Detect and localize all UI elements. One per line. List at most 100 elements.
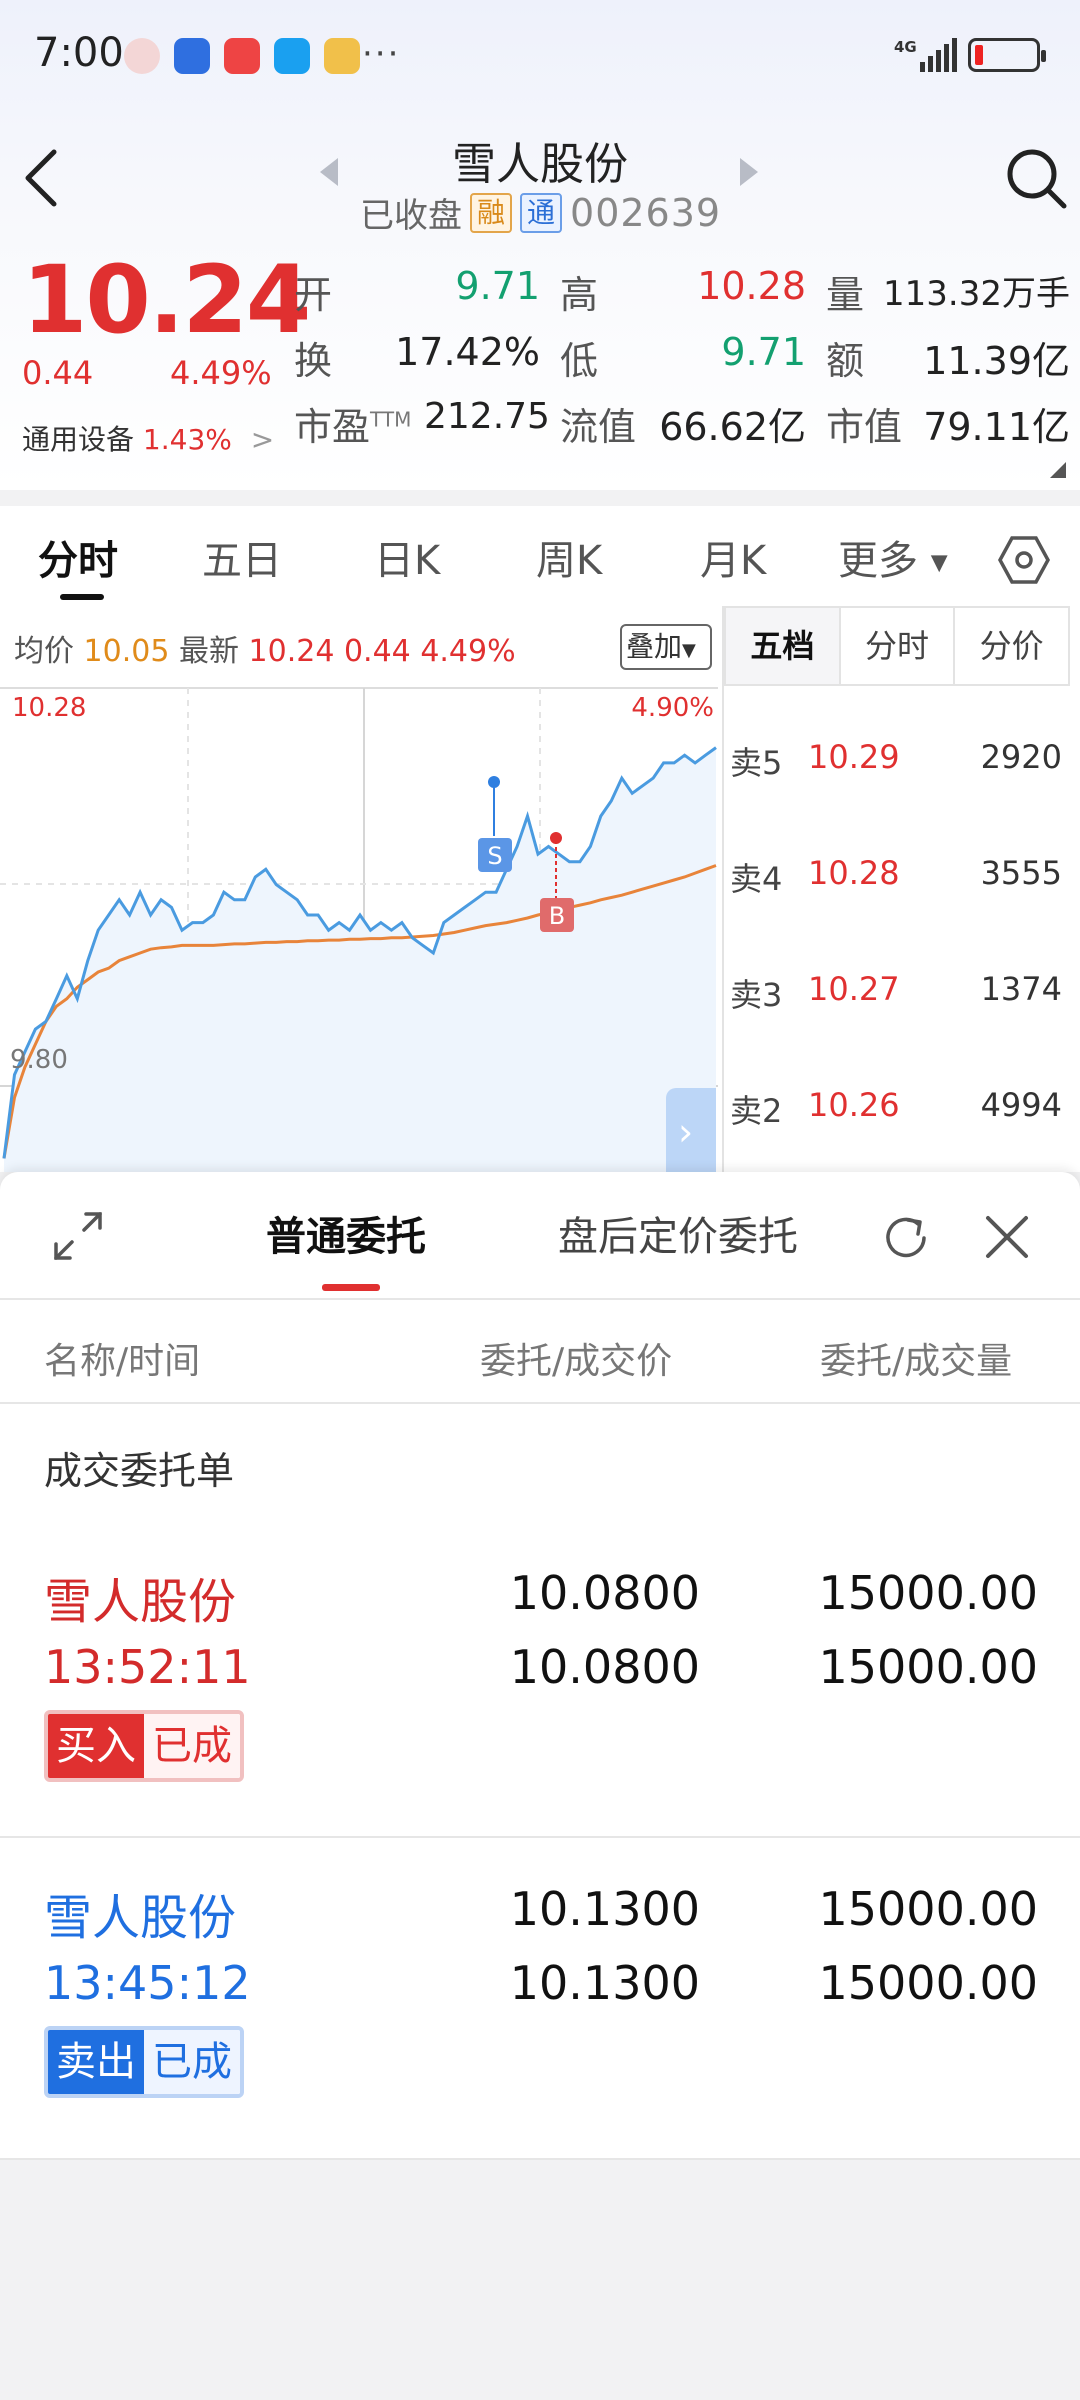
order-book-row: 卖4 10.28 3555 — [724, 854, 1070, 914]
order-side: 买入 — [48, 1714, 144, 1778]
chart-high-label: 10.28 — [12, 693, 86, 723]
float-cap-value: 66.62亿 — [659, 405, 806, 449]
sector-link[interactable]: 通用设备 1.43% > — [22, 418, 274, 458]
avg-value: 10.05 — [83, 634, 170, 669]
intraday-chart[interactable]: 10.28 9.80 4.90% S B — [0, 686, 722, 1172]
order-time: 13:45:12 — [44, 1956, 251, 2010]
turnover-value: 17.42% — [395, 330, 540, 374]
book-level: 卖4 — [730, 860, 783, 898]
caret-down-icon: ▼ — [930, 550, 948, 576]
order-status: 已成 — [144, 2030, 240, 2094]
order-qty: 15000.00 — [818, 1882, 1039, 1936]
tab-intraday[interactable]: 分时 — [38, 528, 118, 586]
signal-icon: 4G — [894, 38, 960, 74]
overlay-button[interactable]: 叠加▼ — [620, 624, 712, 670]
deal-price: 10.0800 — [509, 1640, 700, 1694]
orders-list: 成交委托单 雪人股份 13:52:11 10.0800 10.0800 1500… — [0, 1404, 1080, 2160]
tab-five-day[interactable]: 五日 — [202, 528, 282, 586]
current-price: 10.24 — [22, 246, 311, 355]
orders-column-header: 名称/时间 委托/成交价 委托/成交量 — [0, 1298, 1080, 1404]
deal-price: 10.1300 — [509, 1956, 700, 2010]
order-stock-name: 雪人股份 — [44, 1574, 237, 1630]
tab-tick[interactable]: 分时 — [838, 608, 954, 684]
order-book-tabs: 五档 分时 分价 — [724, 606, 1070, 686]
sell-marker-label: S — [487, 842, 502, 870]
tab-more[interactable]: 更多 ▼ — [838, 528, 948, 586]
chart-tabs: 分时 五日 日K 周K 月K 更多 ▼ — [0, 506, 1080, 606]
book-price: 10.26 — [808, 1086, 900, 1124]
book-level: 卖2 — [730, 1092, 783, 1130]
orders-sheet: 普通委托 盘后定价委托 名称/时间 委托/成交价 委托/成交量 成交委托单 雪人… — [0, 1172, 1080, 2400]
order-book-row: 卖2 10.26 4994 — [724, 1086, 1070, 1146]
refresh-icon — [886, 1217, 926, 1258]
more-notifications-icon: ··· — [362, 34, 401, 74]
low-value: 9.71 — [721, 330, 806, 374]
sell-point-dot — [488, 776, 500, 788]
pe-ttm: TTM — [370, 407, 412, 432]
order-divider — [0, 2158, 1080, 2160]
col-qty: 委托/成交量 — [820, 1341, 1013, 1382]
pe-value: 212.75 — [424, 396, 550, 437]
message-notification-icon — [274, 38, 310, 74]
search-button[interactable] — [1004, 146, 1068, 210]
price-change-pct: 4.49% — [170, 354, 272, 392]
mkt-cap-label: 市值 — [826, 405, 903, 449]
intraday-chart-panel: 均价 10.05 最新 10.24 0.44 4.49% 叠加▼ 10.28 9… — [0, 606, 722, 1172]
margin-tag: 融 — [470, 192, 513, 233]
settings-button[interactable] — [998, 534, 1050, 586]
open-value: 9.71 — [455, 264, 540, 308]
tab-normal-order[interactable]: 普通委托 — [266, 1204, 426, 1262]
tab-price-dist[interactable]: 分价 — [953, 608, 1068, 684]
status-time: 7:00 — [34, 30, 124, 76]
tab-more-label: 更多 — [838, 538, 918, 584]
order-status-badge: 卖出 已成 — [44, 2026, 244, 2098]
book-volume: 1374 — [980, 970, 1062, 1008]
stock-name: 雪人股份 — [452, 139, 628, 190]
tab-weekly-k[interactable]: 周K — [536, 528, 602, 586]
order-status-badge: 买入 已成 — [44, 1710, 244, 1782]
high-value: 10.28 — [697, 264, 806, 308]
app-notification-icon — [174, 38, 210, 74]
order-stock-name: 雪人股份 — [44, 1890, 237, 1946]
order-book-row: 卖3 10.27 1374 — [724, 970, 1070, 1030]
sheet-tab-underline — [322, 1284, 380, 1291]
mail-notification-icon — [224, 38, 260, 74]
col-price: 委托/成交价 — [480, 1341, 673, 1382]
order-row[interactable]: 雪人股份 13:45:12 10.1300 10.1300 15000.00 1… — [0, 1878, 1080, 2188]
market-status: 已收盘 — [360, 196, 462, 236]
search-icon — [1007, 149, 1067, 209]
chart-expand-button[interactable]: › — [666, 1088, 716, 1172]
order-side: 卖出 — [48, 2030, 144, 2094]
buy-marker-label: B — [549, 902, 565, 930]
close-button[interactable] — [982, 1212, 1032, 1262]
expand-quote-icon[interactable] — [1050, 462, 1066, 478]
amount-value: 11.39亿 — [923, 339, 1070, 383]
overlay-label: 叠加 — [626, 630, 683, 663]
col-name-time: 名称/时间 — [44, 1341, 201, 1382]
tab-five-levels[interactable]: 五档 — [724, 608, 839, 684]
float-cap-label: 流值 — [560, 405, 637, 449]
refresh-button[interactable] — [878, 1210, 934, 1266]
order-row[interactable]: 雪人股份 13:52:11 10.0800 10.0800 15000.00 1… — [0, 1562, 1080, 1872]
connect-tag: 通 — [520, 192, 563, 233]
pe-label: 市盈TTM — [294, 396, 411, 451]
expand-sheet-button[interactable] — [50, 1208, 106, 1264]
order-price: 10.0800 — [509, 1566, 700, 1620]
price-change: 0.44 — [22, 354, 94, 392]
tab-monthly-k[interactable]: 月K — [700, 528, 766, 586]
order-divider — [0, 1836, 1080, 1838]
tab-daily-k[interactable]: 日K — [374, 528, 440, 586]
sector-name: 通用设备 — [22, 423, 135, 456]
battery-icon — [968, 38, 1046, 72]
deal-qty: 15000.00 — [818, 1956, 1039, 2010]
low-label: 低 — [560, 339, 599, 383]
order-price: 10.1300 — [509, 1882, 700, 1936]
section-title: 成交委托单 — [44, 1449, 235, 1493]
amount-label: 额 — [826, 339, 865, 383]
order-qty: 15000.00 — [818, 1566, 1039, 1620]
last-value: 10.24 — [248, 634, 335, 669]
high-label: 高 — [560, 273, 599, 317]
mkt-cap-value: 79.11亿 — [923, 405, 1070, 449]
stock-subtitle: 已收盘 融 通 002639 — [360, 188, 721, 237]
tab-after-hours-order[interactable]: 盘后定价委托 — [558, 1204, 798, 1262]
